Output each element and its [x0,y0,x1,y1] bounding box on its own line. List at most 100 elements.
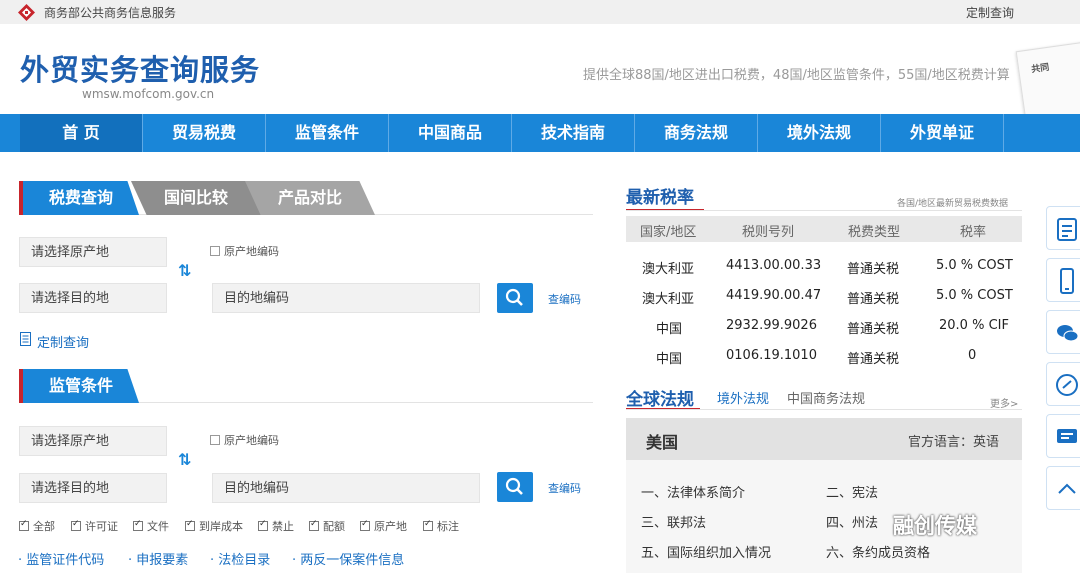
tab-country-compare[interactable]: 国间比较 [131,181,261,215]
cell-type: 普通关税 [847,352,900,367]
reg-destination-select[interactable]: 请选择目的地 [19,473,167,503]
filter-label: 全部 [33,520,55,533]
origin-code-label: 原产地编码 [224,245,279,258]
cell-country: 澳大利亚 [642,262,695,277]
cell-code: 4419.90.00.47 [726,288,822,303]
reg-search-button[interactable] [497,472,533,502]
checkbox-checked-icon [185,519,195,531]
page-title[interactable]: 外贸实务查询服务 [20,47,260,89]
filter-label: 许可证 [85,520,118,533]
law-panel: 美国 官方语言：英语 一、法律体系简介 二、宪法 三、联邦法 四、州法 五、国际… [626,418,1022,573]
checkbox-checked-icon [258,519,268,531]
custom-query-link-2[interactable]: 定制查询 [37,332,89,351]
law-country[interactable]: 美国 [646,429,678,453]
law-item[interactable]: 一、法律体系简介 [641,482,745,501]
reg-lookup-code-link[interactable]: 查编码 [548,480,581,496]
checkbox-icon [210,246,220,256]
law-item[interactable]: 五、国际组织加入情况 [641,542,771,561]
cell-code: 2932.99.9026 [726,318,817,333]
site-name[interactable]: 商务部公共商务信息服务 [44,4,176,21]
table-row[interactable]: 澳大利亚 4413.00.00.33 普通关税 5.0 % COST [626,251,1022,281]
link-label: 申报要素 [136,553,189,568]
site-domain: wmsw.mofcom.gov.cn [82,87,215,101]
col-tariff-code: 税则号列 [742,225,795,240]
tab-tax-query[interactable]: 税费查询 [23,181,139,215]
side-mobile-button[interactable] [1046,258,1080,302]
nav-china-goods[interactable]: 中国商品 [389,114,512,152]
reg-origin-select[interactable]: 请选择原产地 [19,426,167,456]
table-row[interactable]: 中国 2932.99.9026 普通关税 20.0 % CIF [626,311,1022,341]
filter-label: 标注 [437,520,459,533]
law-item[interactable]: 三、联邦法 [641,512,706,531]
checkbox-checked-icon [133,519,143,531]
message-icon [1057,429,1077,443]
filter-landed-cost[interactable]: 到岸成本 [185,518,243,534]
side-message-button[interactable] [1046,414,1080,458]
filter-label: 原产地 [374,520,407,533]
lookup-code-link[interactable]: 查编码 [548,291,581,307]
law-item[interactable]: 二、宪法 [826,482,878,501]
filter-quota[interactable]: 配额 [309,518,345,534]
link-trade-remedy[interactable]: · 两反一保案件信息 [292,549,404,568]
filter-document[interactable]: 文件 [133,518,169,534]
rates-table-header: 国家/地区 税则号列 税费类型 税率 [626,216,1022,242]
filter-label: 禁止 [272,520,294,533]
side-wechat-button[interactable] [1046,310,1080,354]
nav-trade-docs[interactable]: 外贸单证 [881,114,1004,152]
cell-type: 普通关税 [847,292,900,307]
table-row[interactable]: 澳大利亚 4419.90.00.47 普通关税 5.0 % COST [626,281,1022,311]
filter-origin[interactable]: 原产地 [360,518,407,534]
header-slogan: 提供全球88国/地区进出口税费，48国/地区监管条件，55国/地区税费计算 [583,68,1010,83]
filter-license[interactable]: 许可证 [71,518,118,534]
cell-rate: 5.0 % COST [936,258,1013,273]
cell-country: 中国 [656,322,683,337]
document-icon [20,332,31,346]
link-inspection-catalog[interactable]: · 法检目录 [210,549,270,568]
wechat-icon [1057,325,1078,342]
reg-swap-icon[interactable]: ⇅ [178,450,191,469]
nav-regulation[interactable]: 监管条件 [266,114,389,152]
search-icon [505,288,523,306]
latest-rates-title[interactable]: 最新税率 [626,183,694,208]
law-item[interactable]: 六、条约成员资格 [826,542,930,561]
cell-type: 普通关税 [847,322,900,337]
more-link[interactable]: 更多> [990,395,1018,410]
tab-regulation[interactable]: 监管条件 [23,369,139,403]
table-row[interactable]: 中国 0106.19.1010 普通关税 0 [626,341,1022,371]
origin-select[interactable]: 请选择原产地 [19,237,167,267]
side-top-button[interactable] [1046,466,1080,510]
nav-home[interactable]: 首 页 [20,114,143,152]
tab-china-commerce-law[interactable]: 中国商务法规 [787,388,865,407]
checkbox-checked-icon [309,519,319,531]
filter-annotation[interactable]: 标注 [423,518,459,534]
global-law-title[interactable]: 全球法规 [626,385,694,410]
link-declaration-elements[interactable]: · 申报要素 [128,549,188,568]
reg-origin-code-label: 原产地编码 [224,434,279,447]
nav-foreign-law[interactable]: 境外法规 [758,114,881,152]
checkbox-checked-icon [19,519,29,531]
cell-country: 澳大利亚 [642,292,695,307]
nav-tech-guide[interactable]: 技术指南 [512,114,635,152]
reg-origin-code-checkbox[interactable]: 原产地编码 [210,432,279,448]
side-notes-button[interactable] [1046,206,1080,250]
destination-select[interactable]: 请选择目的地 [19,283,167,313]
link-cert-codes[interactable]: · 监管证件代码 [18,549,104,568]
search-icon [505,477,523,495]
mobile-phone-icon [1060,268,1074,294]
filter-prohibited[interactable]: 禁止 [258,518,294,534]
swap-icon[interactable]: ⇅ [178,261,191,280]
filter-all[interactable]: 全部 [19,518,55,534]
nav-trade-tax[interactable]: 贸易税费 [143,114,266,152]
tab-foreign-law[interactable]: 境外法规 [717,388,769,407]
nav-commerce-law[interactable]: 商务法规 [635,114,758,152]
custom-query-link[interactable]: 定制查询 [966,4,1014,21]
tax-search-button[interactable] [497,283,533,313]
tab-product-compare[interactable]: 产品对比 [245,181,375,215]
side-link-button[interactable] [1046,362,1080,406]
chevron-up-icon [1058,483,1076,494]
law-item[interactable]: 四、州法 [826,512,878,531]
dest-code-input[interactable]: 目的地编码 [212,283,480,313]
col-tax-type: 税费类型 [848,225,901,240]
reg-dest-code-input[interactable]: 目的地编码 [212,473,480,503]
origin-code-checkbox[interactable]: 原产地编码 [210,243,279,259]
